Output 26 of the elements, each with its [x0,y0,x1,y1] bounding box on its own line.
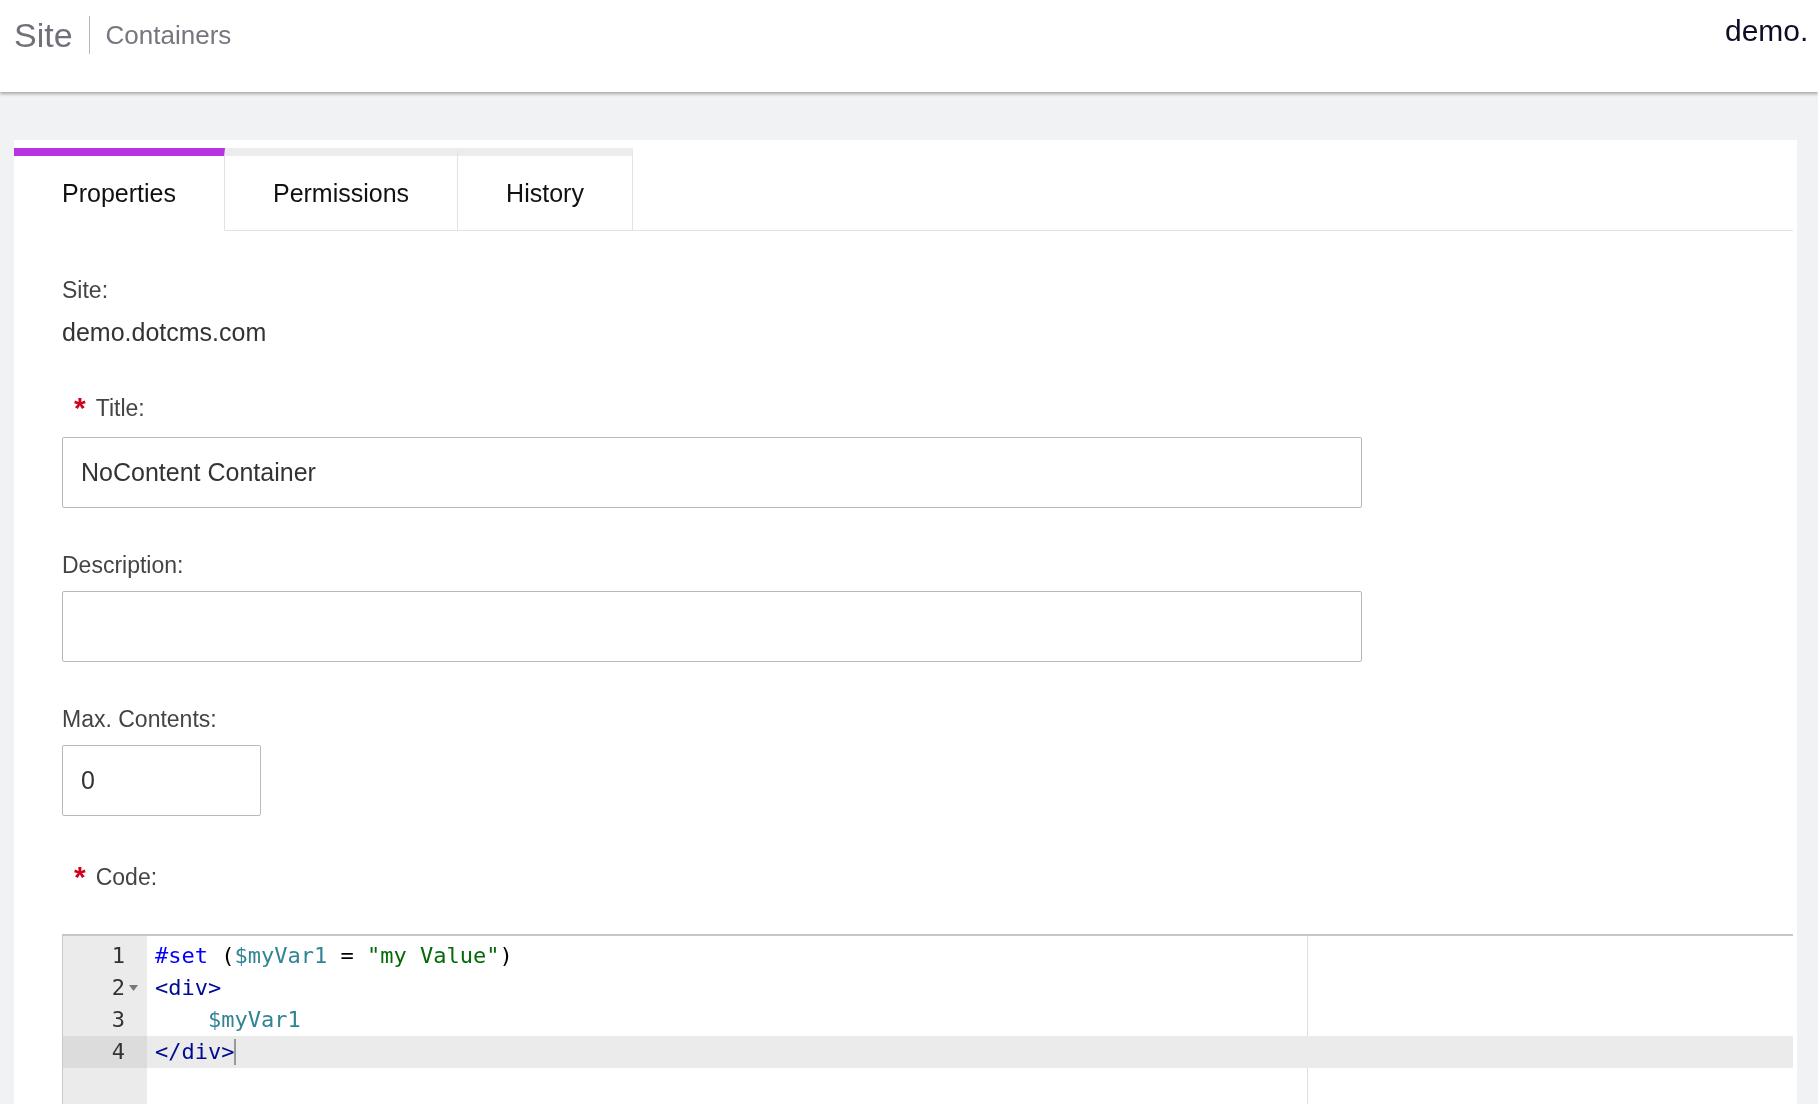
field-label: Title: [95,394,145,422]
fold-caret-icon[interactable] [129,985,138,991]
site-title: Site [14,15,73,55]
code-line: </div> [155,1038,235,1066]
required-mark: * [74,391,86,425]
field-label: Description: [62,552,184,579]
input-field[interactable]: NoContent Container [62,437,1362,508]
host-name: demo. [1725,14,1810,49]
line-number: 4 [111,1038,125,1066]
breadcrumb-section: Containers [105,19,232,51]
required-mark: * [74,860,86,894]
site-value: demo.dotcms.com [62,318,268,347]
code-line: <div> [155,974,222,1002]
tab[interactable]: History [458,148,633,230]
field-label: Max. Contents: [62,706,217,733]
input-field[interactable] [62,591,1362,662]
code-line: #set ($myVar1 = "my Value") [155,942,513,970]
tab[interactable]: Properties [14,148,225,231]
code-line: $myVar1 [206,1006,301,1034]
line-number: 2 [111,974,125,1002]
field-label: Site: [62,277,110,304]
line-number: 3 [111,1006,125,1034]
input-field[interactable]: 0 [62,745,261,816]
tab[interactable]: Permissions [224,148,459,230]
field-label: Code: [95,863,158,891]
line-number: 1 [111,942,125,970]
